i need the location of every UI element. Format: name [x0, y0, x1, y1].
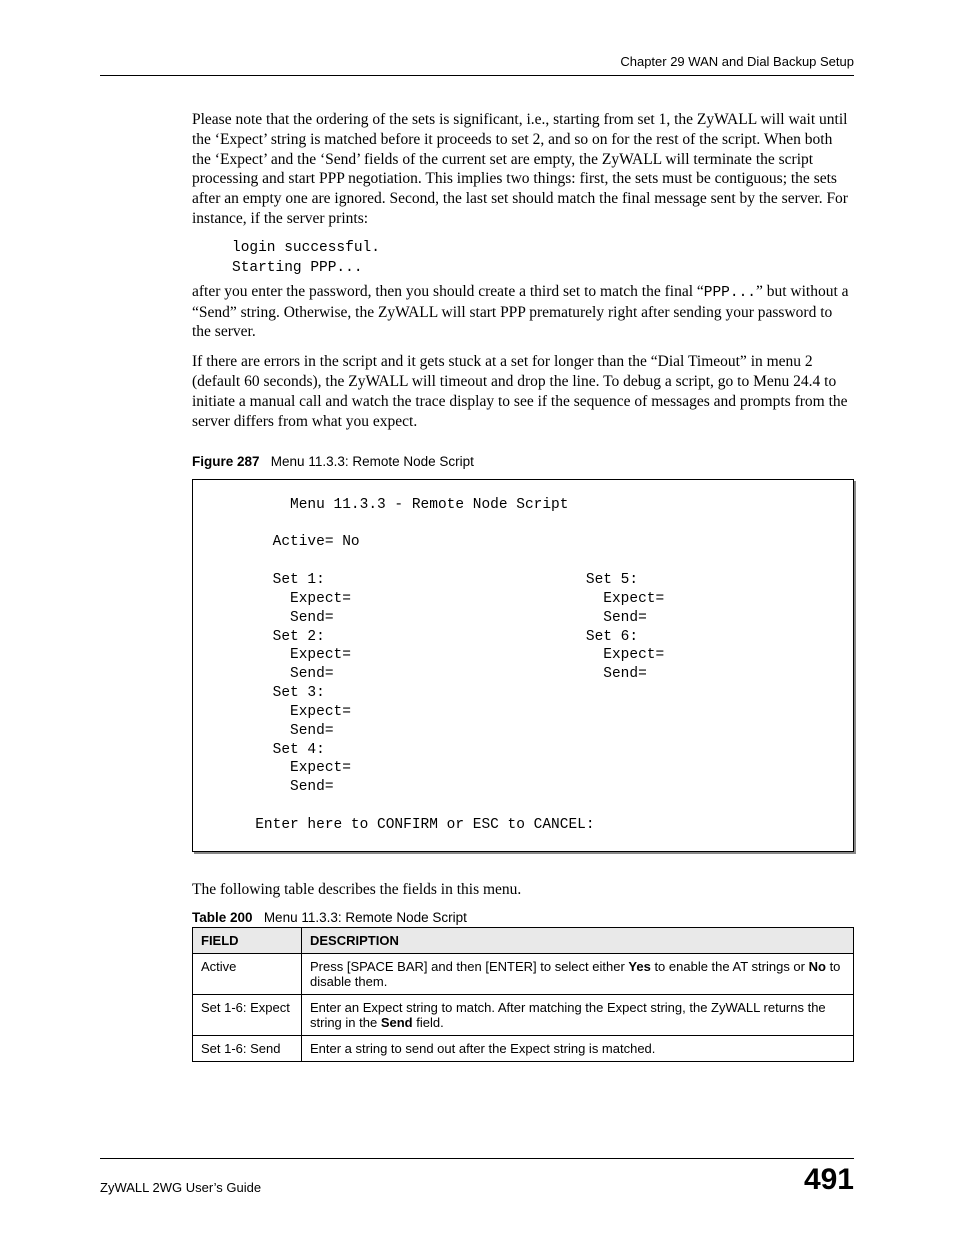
paragraph-1: Please note that the ordering of the set…: [192, 110, 854, 229]
cell-field: Set 1-6: Expect: [193, 994, 302, 1035]
bold-run: Yes: [628, 959, 650, 974]
chapter-header: Chapter 29 WAN and Dial Backup Setup: [100, 54, 854, 69]
text-run: after you enter the password, then you s…: [192, 283, 704, 300]
bold-run: No: [809, 959, 826, 974]
table-row: Set 1-6: Expect Enter an Expect string t…: [193, 994, 854, 1035]
paragraph-4: The following table describes the fields…: [192, 880, 854, 900]
cell-field: Set 1-6: Send: [193, 1035, 302, 1061]
figure-title: Menu 11.3.3: Remote Node Script: [271, 454, 474, 469]
table-header-row: FIELD DESCRIPTION: [193, 927, 854, 953]
code-line: Starting PPP...: [232, 260, 363, 276]
text-run: to enable the AT strings or: [651, 959, 809, 974]
code-line: login successful.: [232, 240, 380, 256]
code-sample-1: login successful. Starting PPP...: [232, 239, 854, 278]
paragraph-3: If there are errors in the script and it…: [192, 352, 854, 431]
header-rule: [100, 75, 854, 76]
table-caption: Table 200 Menu 11.3.3: Remote Node Scrip…: [192, 910, 854, 925]
cell-desc: Enter an Expect string to match. After m…: [302, 994, 854, 1035]
field-description-table: FIELD DESCRIPTION Active Press [SPACE BA…: [192, 927, 854, 1062]
footer-guide-name: ZyWALL 2WG User’s Guide: [100, 1180, 261, 1195]
th-description: DESCRIPTION: [302, 927, 854, 953]
page-number: 491: [804, 1165, 854, 1195]
th-field: FIELD: [193, 927, 302, 953]
cell-desc: Enter a string to send out after the Exp…: [302, 1035, 854, 1061]
table-row: Set 1-6: Send Enter a string to send out…: [193, 1035, 854, 1061]
paragraph-2: after you enter the password, then you s…: [192, 282, 854, 342]
bold-run: Send: [381, 1015, 413, 1030]
terminal-screenshot: Menu 11.3.3 - Remote Node Script Active=…: [192, 479, 854, 852]
cell-desc: Press [SPACE BAR] and then [ENTER] to se…: [302, 953, 854, 994]
figure-caption: Figure 287 Menu 11.3.3: Remote Node Scri…: [192, 454, 854, 469]
table-title: Menu 11.3.3: Remote Node Script: [264, 910, 467, 925]
text-run: Press [SPACE BAR] and then [ENTER] to se…: [310, 959, 628, 974]
inline-code: PPP...: [704, 285, 756, 301]
cell-field: Active: [193, 953, 302, 994]
table-row: Active Press [SPACE BAR] and then [ENTER…: [193, 953, 854, 994]
page-footer: ZyWALL 2WG User’s Guide 491: [100, 1158, 854, 1195]
text-run: field.: [413, 1015, 444, 1030]
figure-number: Figure 287: [192, 454, 260, 469]
text-run: Enter a string to send out after the Exp…: [310, 1041, 655, 1056]
table-number: Table 200: [192, 910, 253, 925]
